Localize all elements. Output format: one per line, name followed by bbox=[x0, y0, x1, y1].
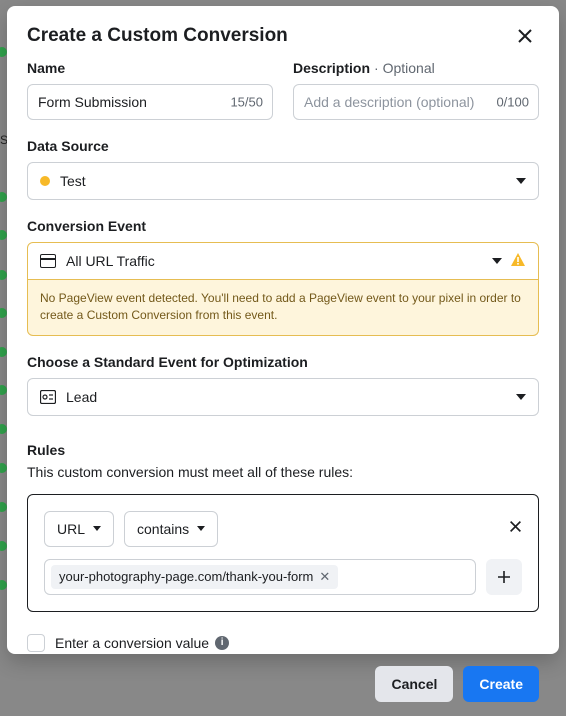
rules-box: URL contains your-photography-page.com/t… bbox=[27, 494, 539, 612]
conversion-event-dropdown[interactable]: All URL Traffic bbox=[27, 242, 539, 280]
rules-subtext: This custom conversion must meet all of … bbox=[27, 464, 539, 480]
close-icon bbox=[517, 28, 533, 44]
rule-value-chip: your-photography-page.com/thank-you-form… bbox=[51, 565, 338, 589]
remove-rule-button[interactable] bbox=[509, 520, 522, 538]
description-field: Description · Optional 0/100 bbox=[293, 60, 539, 120]
chevron-down-icon bbox=[492, 258, 502, 264]
modal-footer: Cancel Create bbox=[27, 652, 539, 716]
info-icon[interactable]: i bbox=[215, 636, 229, 650]
rule-operator-dropdown[interactable]: contains bbox=[124, 511, 218, 547]
conversion-event-field: Conversion Event All URL Traffic No Page… bbox=[27, 218, 539, 336]
name-label: Name bbox=[27, 60, 273, 76]
conversion-event-label: Conversion Event bbox=[27, 218, 539, 234]
warning-banner: No PageView event detected. You'll need … bbox=[27, 280, 539, 336]
standard-event-label: Choose a Standard Event for Optimization bbox=[27, 354, 539, 370]
close-icon bbox=[509, 520, 522, 533]
rule-value-text: your-photography-page.com/thank-you-form bbox=[59, 569, 313, 584]
conversion-event-value: All URL Traffic bbox=[66, 253, 155, 269]
rule-field-dropdown[interactable]: URL bbox=[44, 511, 114, 547]
status-dot-icon bbox=[40, 176, 50, 186]
warning-icon bbox=[510, 252, 526, 271]
cancel-button[interactable]: Cancel bbox=[375, 666, 453, 702]
custom-conversion-modal: Create a Custom Conversion Name 15/50 De… bbox=[7, 6, 559, 654]
chevron-down-icon bbox=[516, 178, 526, 184]
standard-event-field: Choose a Standard Event for Optimization… bbox=[27, 354, 539, 416]
chevron-down-icon bbox=[197, 526, 205, 531]
rule-operator-value: contains bbox=[137, 521, 189, 537]
rule-field-value: URL bbox=[57, 521, 85, 537]
conversion-value-label: Enter a conversion value bbox=[55, 635, 209, 651]
create-button[interactable]: Create bbox=[463, 666, 539, 702]
add-rule-button[interactable] bbox=[486, 559, 522, 595]
remove-chip-button[interactable]: ✕ bbox=[319, 569, 330, 585]
name-counter: 15/50 bbox=[230, 95, 263, 110]
rules-label: Rules bbox=[27, 442, 539, 458]
data-source-value: Test bbox=[60, 173, 86, 189]
lead-icon bbox=[40, 390, 56, 404]
chevron-down-icon bbox=[516, 394, 526, 400]
description-label: Description bbox=[293, 60, 370, 76]
conversion-value-checkbox[interactable] bbox=[27, 634, 45, 652]
data-source-field: Data Source Test bbox=[27, 138, 539, 200]
modal-header: Create a Custom Conversion bbox=[27, 6, 539, 60]
browser-icon bbox=[40, 254, 56, 268]
standard-event-dropdown[interactable]: Lead bbox=[27, 378, 539, 416]
data-source-dropdown[interactable]: Test bbox=[27, 162, 539, 200]
modal-title: Create a Custom Conversion bbox=[27, 25, 288, 47]
description-optional: · Optional bbox=[374, 60, 435, 76]
close-button[interactable] bbox=[511, 22, 539, 50]
plus-icon bbox=[497, 570, 511, 584]
data-source-label: Data Source bbox=[27, 138, 539, 154]
name-field: Name 15/50 bbox=[27, 60, 273, 120]
description-counter: 0/100 bbox=[496, 95, 529, 110]
rule-value-input[interactable]: your-photography-page.com/thank-you-form… bbox=[44, 559, 476, 595]
conversion-value-row: Enter a conversion value i bbox=[27, 634, 539, 652]
chevron-down-icon bbox=[93, 526, 101, 531]
standard-event-value: Lead bbox=[66, 389, 97, 405]
